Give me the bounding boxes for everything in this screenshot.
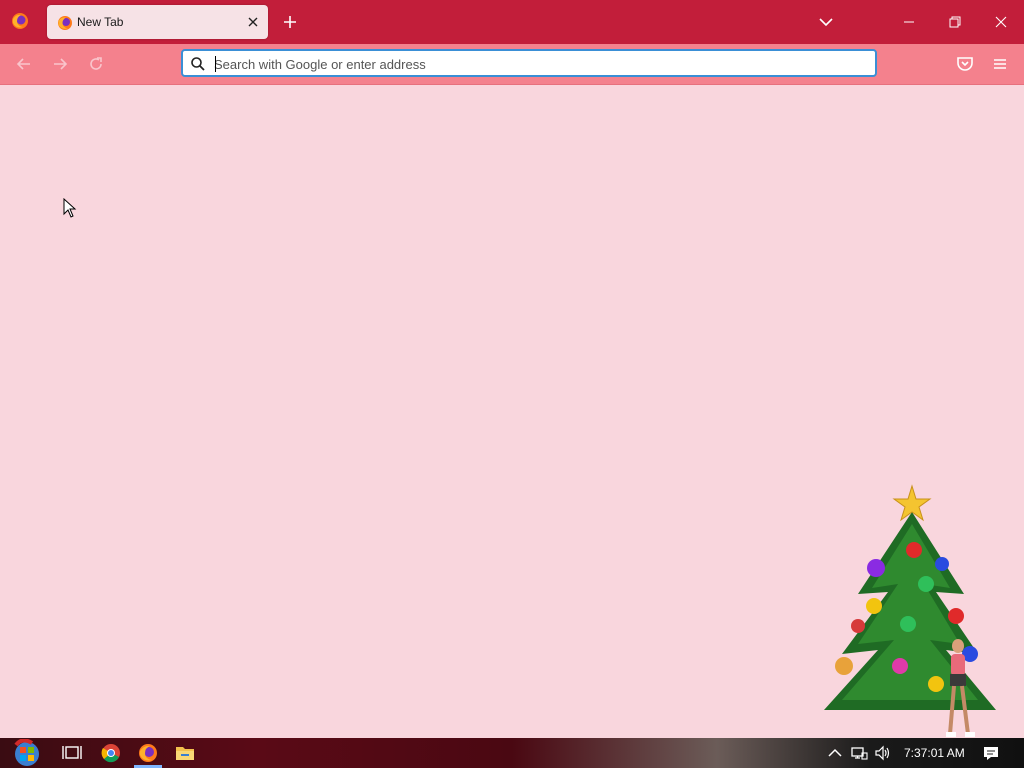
chrome-icon[interactable] [99,742,123,764]
speaker-icon[interactable] [874,744,892,762]
text-caret [215,56,216,72]
christmas-tree-decoration [824,484,996,737]
tab-title: New Tab [77,15,124,29]
reload-icon[interactable] [86,54,106,74]
network-icon[interactable] [850,744,868,762]
navigation-toolbar [0,44,1024,85]
forward-arrow-icon[interactable] [50,54,70,74]
plus-icon[interactable] [280,12,300,32]
chevron-up-icon[interactable] [826,744,844,762]
start-orb-icon[interactable] [10,739,44,767]
title-bar: New Tab [0,0,1024,44]
close-tab-icon[interactable] [244,13,262,31]
address-bar[interactable] [181,49,877,77]
back-arrow-icon[interactable] [14,54,34,74]
taskbar: 7:37:01 AM [0,738,1024,768]
tab-new-tab[interactable]: New Tab [47,5,268,39]
minimize-icon[interactable] [895,8,923,36]
chevron-down-icon[interactable] [816,12,836,32]
search-icon [191,57,205,71]
firefox-icon[interactable] [136,742,160,764]
hamburger-menu-icon[interactable] [990,54,1010,74]
notification-icon[interactable] [982,744,1000,762]
taskbar-clock[interactable]: 7:37:01 AM [904,746,965,760]
file-explorer-icon[interactable] [173,742,197,764]
mouse-pointer-icon [63,198,77,218]
task-view-icon[interactable] [60,742,84,764]
restore-icon[interactable] [941,8,969,36]
pocket-icon[interactable] [955,54,975,74]
firefox-icon [58,16,72,30]
address-input[interactable] [214,55,854,73]
close-icon[interactable] [987,8,1015,36]
firefox-icon[interactable] [11,12,29,30]
